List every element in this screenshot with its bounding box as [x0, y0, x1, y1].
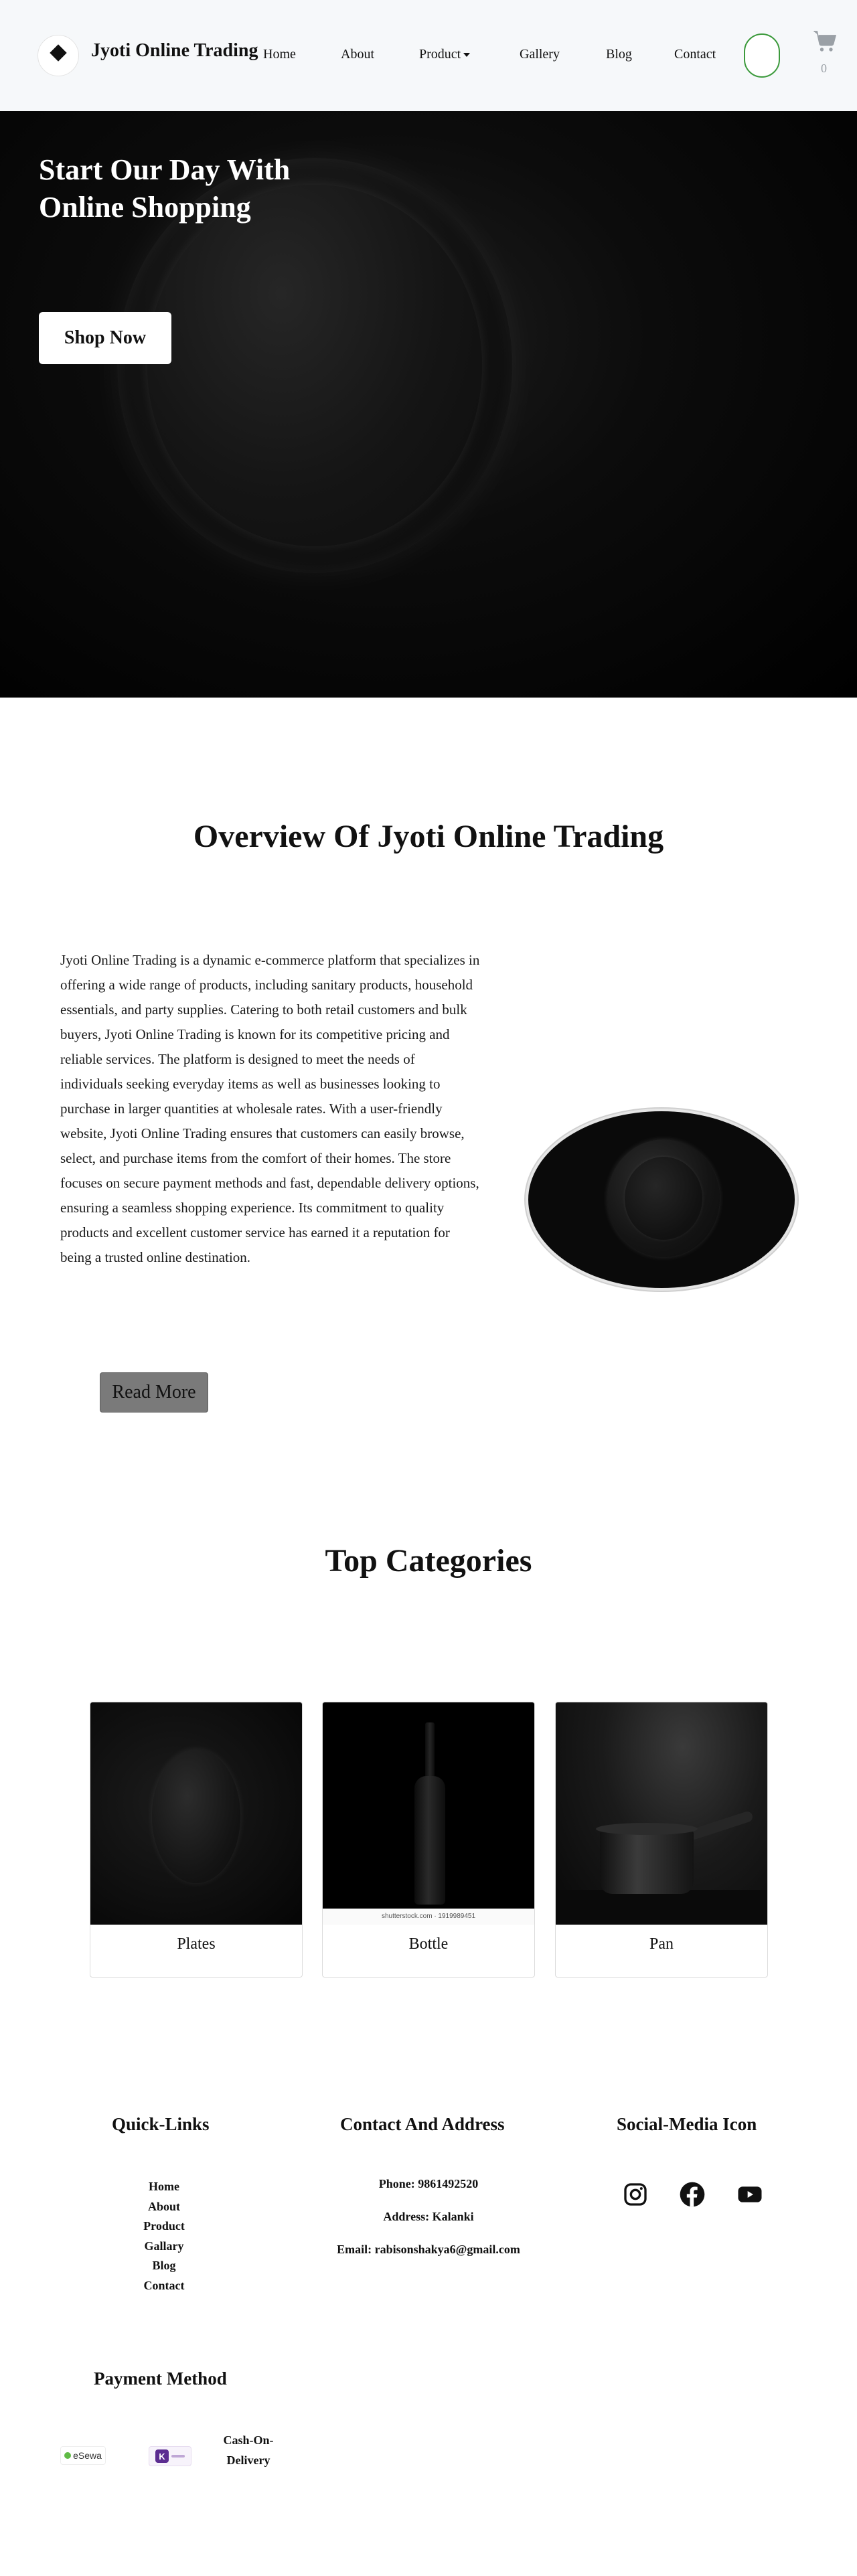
category-card-bottle[interactable]: shutterstock.com · 1919989451 Bottle	[322, 1702, 535, 1978]
nav-home[interactable]: Home	[263, 47, 296, 62]
footer-link-home[interactable]: Home	[131, 2177, 198, 2197]
cart-count: 0	[821, 62, 827, 75]
khalti-logo[interactable]: K	[149, 2446, 191, 2466]
cash-on-delivery[interactable]: Cash-On-Delivery	[221, 2430, 276, 2470]
footer-link-about[interactable]: About	[131, 2197, 198, 2217]
pan-lid	[596, 1823, 698, 1835]
bottle-body	[414, 1776, 445, 1905]
footer-link-product[interactable]: Product	[131, 2217, 198, 2237]
category-label-pan: Pan	[649, 1935, 674, 1953]
overview-plate-well	[625, 1157, 702, 1240]
category-label-plates: Plates	[177, 1935, 216, 1953]
contact-email: Email: rabisonshakya6@gmail.com	[337, 2243, 520, 2256]
bottle-image-caption: shutterstock.com · 1919989451	[323, 1909, 534, 1925]
pan-pot	[600, 1830, 694, 1894]
footer-link-gallary[interactable]: Gallary	[131, 2237, 198, 2257]
social-title: Social-Media Icon	[617, 2114, 757, 2134]
hero-plate-inner	[147, 185, 482, 546]
footer-link-blog[interactable]: Blog	[131, 2256, 198, 2276]
overview-plate-image	[526, 1109, 797, 1291]
overview-title: Overview Of Jyoti Online Trading	[193, 819, 664, 854]
category-card-pan[interactable]: Pan	[555, 1702, 768, 1978]
contact-title: Contact And Address	[340, 2114, 505, 2134]
shop-now-button[interactable]: Shop Now	[39, 312, 171, 364]
contact-info: Phone: 9861492520 Address: Kalanki Email…	[295, 2177, 562, 2275]
cart-icon[interactable]	[813, 29, 837, 54]
category-label-bottle: Bottle	[408, 1935, 449, 1953]
search-button[interactable]	[744, 33, 780, 78]
brand-logo[interactable]	[37, 35, 79, 76]
hero-title: Start Our Day With Online Shopping	[39, 153, 291, 224]
category-image-pan	[556, 1702, 767, 1925]
esewa-label: eSewa	[73, 2450, 102, 2461]
logo-mark-icon	[50, 44, 67, 62]
contact-address: Address: Kalanki	[383, 2210, 474, 2223]
quick-links-title: Quick-Links	[112, 2114, 210, 2134]
category-image-plates	[90, 1702, 302, 1925]
quick-links-list: Home About Product Gallary Blog Contact	[131, 2177, 198, 2296]
instagram-icon[interactable]	[622, 2181, 649, 2208]
read-more-button[interactable]: Read More	[100, 1372, 208, 1413]
categories-title: Top Categories	[325, 1543, 532, 1579]
nav-blog[interactable]: Blog	[606, 47, 632, 62]
plate-shape	[152, 1749, 240, 1883]
brand-name[interactable]: Jyoti Online Trading	[91, 40, 258, 62]
hero-banner: Start Our Day With Online Shopping Shop …	[0, 111, 857, 698]
payment-method-title: Payment Method	[94, 2368, 227, 2389]
pan-handle	[686, 1809, 755, 1842]
overview-text: Jyoti Online Trading is a dynamic e-comm…	[60, 952, 480, 1265]
esewa-logo[interactable]: eSewa	[60, 2446, 106, 2465]
nav-product-label: Product	[419, 47, 461, 62]
nav-product[interactable]: Product	[419, 47, 471, 62]
navbar: Jyoti Online Trading Home About Product …	[0, 0, 857, 111]
facebook-icon[interactable]	[679, 2181, 706, 2208]
youtube-icon[interactable]	[736, 2181, 763, 2208]
nav-about[interactable]: About	[341, 47, 374, 62]
contact-phone: Phone: 9861492520	[378, 2177, 479, 2190]
overview-plate-rim	[607, 1139, 720, 1257]
caret-down-icon	[463, 53, 471, 58]
khalti-mark: K	[155, 2449, 169, 2463]
nav-contact[interactable]: Contact	[674, 47, 716, 62]
bottle-neck	[425, 1722, 435, 1783]
category-image-bottle: shutterstock.com · 1919989451	[323, 1702, 534, 1925]
pan-surface	[556, 1890, 767, 1925]
esewa-dot-icon	[64, 2452, 72, 2459]
category-card-plates[interactable]: Plates	[90, 1702, 303, 1978]
khalti-wordmark	[171, 2455, 185, 2458]
footer-link-contact[interactable]: Contact	[131, 2276, 198, 2296]
nav-gallery[interactable]: Gallery	[520, 47, 560, 62]
